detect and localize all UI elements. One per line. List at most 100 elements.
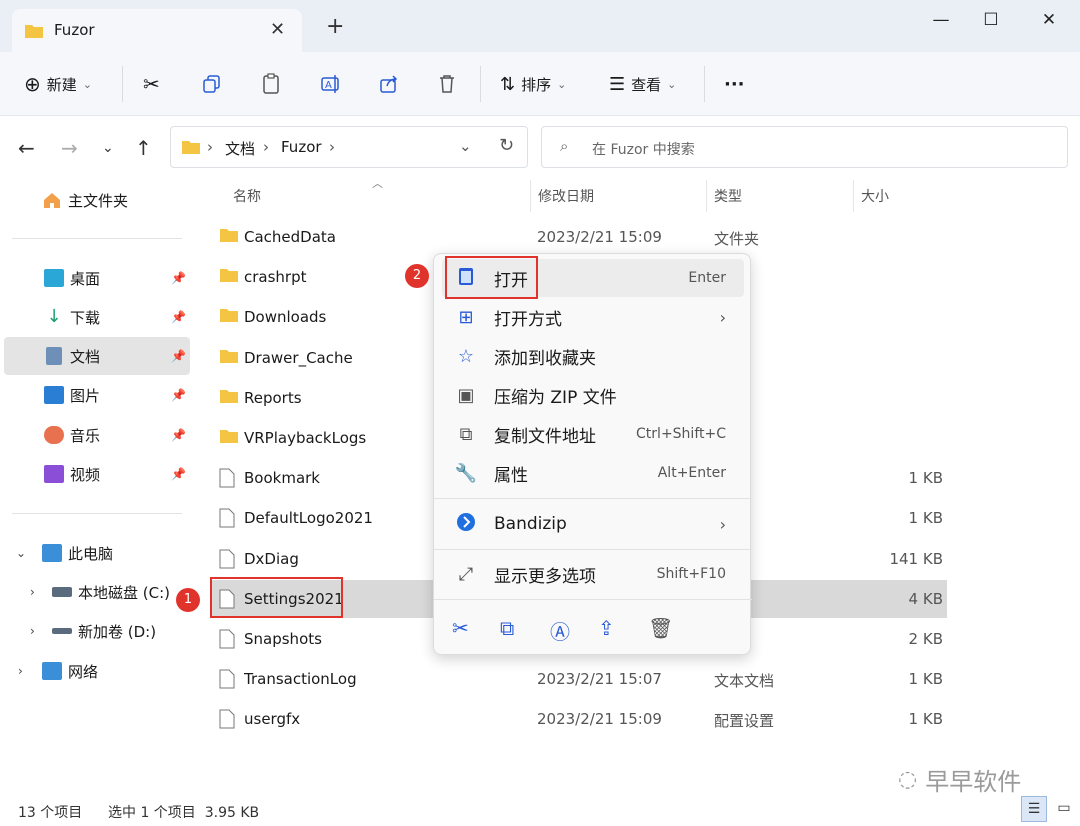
sidebar-item-this-pc[interactable]: ⌄ 此电脑 [4,534,190,572]
sidebar-divider [12,513,182,514]
details-view-icon[interactable]: ☰ [1021,796,1047,822]
menu-item-open-with[interactable]: ⊞ 打开方式 › [442,298,744,336]
chevron-right-icon[interactable]: › [18,664,23,678]
copy-icon[interactable]: ⧉ [500,616,514,640]
sidebar-item-downloads[interactable]: ↓ 下载 📌 [4,298,190,336]
menu-item-show-more-options[interactable]: ⤢ 显示更多选项 Shift+F10 [442,555,744,593]
refresh-icon[interactable]: ↻ [499,135,514,156]
menu-item-compress-zip[interactable]: ▣ 压缩为 ZIP 文件 [442,376,744,414]
breadcrumb-fuzor[interactable]: Fuzor [281,138,322,156]
tiles-view-icon[interactable]: ▭ [1051,796,1077,822]
menu-item-copy-path[interactable]: ⧉ 复制文件地址 Ctrl+Shift+C [442,415,744,453]
pin-icon[interactable]: 📌 [171,388,186,402]
copy-path-icon: ⧉ [459,423,473,445]
sidebar-item-documents[interactable]: 文档 📌 [4,337,190,375]
recent-locations-icon[interactable]: ⌄ [102,140,114,156]
column-header-date[interactable]: 修改日期 [538,186,594,206]
column-header-type[interactable]: 类型 [714,186,742,206]
share-icon[interactable]: ⇪ [598,616,615,640]
sidebar-item-music[interactable]: 音乐 📌 [4,416,190,454]
sidebar-item-label: 网络 [68,662,99,681]
file-size: 1 KB [908,469,943,488]
cut-icon[interactable]: ✂ [143,70,160,98]
rename-icon[interactable]: Ⓐ [550,616,570,645]
column-divider[interactable] [853,180,854,212]
desktop-icon [44,269,64,287]
annotation-badge-1: 1 [176,588,200,612]
more-options-button[interactable]: ··· [724,70,745,98]
new-tab-icon[interactable]: + [326,16,344,38]
pin-icon[interactable]: 📌 [171,310,186,324]
menu-shortcut: Enter [688,270,726,286]
file-icon [219,468,235,488]
drive-icon [52,587,72,597]
sidebar-item-pictures[interactable]: 图片 📌 [4,376,190,414]
close-tab-icon[interactable]: ✕ [270,19,285,40]
sort-button[interactable]: ⇅ 排序 ⌄ [500,70,566,98]
chevron-down-icon: ⌄ [82,77,92,91]
chevron-right-icon[interactable]: › [30,624,35,638]
tab-fuzor[interactable]: Fuzor ✕ [12,9,302,52]
pin-icon[interactable]: 📌 [171,467,186,481]
file-row[interactable]: TransactionLog 2023/2/21 15:07 文本文档 1 KB [210,660,947,698]
chevron-down-icon[interactable]: ⌄ [459,137,472,155]
back-arrow-icon[interactable]: ← [18,136,35,160]
address-bar[interactable]: › 文档 › Fuzor › ⌄ ↻ [170,126,528,168]
breadcrumb-separator: › [207,138,213,156]
menu-item-properties[interactable]: 🔧 属性 Alt+Enter [442,454,744,492]
pin-icon[interactable]: 📌 [171,271,186,285]
file-name: Drawer_Cache [244,348,353,367]
delete-icon[interactable] [438,70,456,98]
search-box[interactable]: ⌕ 在 Fuzor 中搜索 [541,126,1068,168]
pin-icon[interactable]: 📌 [171,349,186,363]
new-button[interactable]: ⊕ 新建 ⌄ [24,70,92,98]
sidebar-item-label: 主文件夹 [68,191,129,210]
annotation-highlight-file [210,577,343,618]
file-row[interactable]: CachedData 2023/2/21 15:09 文件夹 [210,218,947,256]
file-name: CachedData [244,228,336,246]
minimize-icon[interactable]: — [926,10,956,30]
breadcrumb-documents[interactable]: 文档 [225,138,255,159]
sort-icon: ⇅ [500,73,516,95]
folder-icon [220,349,238,363]
sidebar-item-drive-c[interactable]: › 本地磁盘 (C:) [4,573,190,611]
maximize-icon[interactable]: ☐ [976,10,1006,30]
column-divider[interactable] [706,180,707,212]
toolbar-divider [704,66,705,102]
file-name: Downloads [244,308,327,327]
menu-divider [434,498,752,499]
column-divider[interactable] [530,180,531,212]
close-window-icon[interactable]: ✕ [1034,10,1064,30]
delete-icon[interactable]: 🗑 [648,616,673,640]
sidebar-item-label: 本地磁盘 (C:) [78,583,170,602]
copy-icon[interactable] [202,70,222,98]
sidebar-item-label: 图片 [70,386,101,405]
share-icon[interactable] [379,70,399,98]
sidebar-item-home[interactable]: 主文件夹 [4,181,190,219]
up-arrow-icon[interactable]: ↑ [135,136,152,160]
menu-item-add-favorites[interactable]: ☆ 添加到收藏夹 [442,337,744,375]
cut-icon[interactable]: ✂ [452,616,469,640]
file-icon [219,709,235,729]
view-button[interactable]: ☰ 查看 ⌄ [609,70,676,98]
forward-arrow-icon[interactable]: → [61,136,78,160]
menu-item-bandizip[interactable]: Bandizip › [442,505,744,543]
column-header-size[interactable]: 大小 [861,186,889,206]
breadcrumb-separator: › [263,138,269,156]
chevron-right-icon[interactable]: › [30,585,35,599]
sidebar-item-desktop[interactable]: 桌面 📌 [4,259,190,297]
paste-icon[interactable] [261,70,281,98]
menu-item-label: 显示更多选项 [494,566,596,587]
rename-icon[interactable]: A [320,70,342,98]
plus-circle-icon: ⊕ [24,72,41,96]
chevron-down-icon[interactable]: ⌄ [16,546,26,560]
pin-icon[interactable]: 📌 [171,428,186,442]
file-size: 141 KB [889,549,943,568]
sidebar-item-network[interactable]: › 网络 [4,652,190,690]
sidebar-item-videos[interactable]: 视频 📌 [4,455,190,493]
file-row[interactable]: usergfx 2023/2/21 15:09 配置设置 1 KB [210,700,947,738]
column-header-name[interactable]: 名称 [233,186,261,206]
sidebar-item-drive-d[interactable]: › 新加卷 (D:) [4,612,190,650]
file-type: 文本文档 [714,672,775,691]
bandizip-icon [454,512,478,537]
